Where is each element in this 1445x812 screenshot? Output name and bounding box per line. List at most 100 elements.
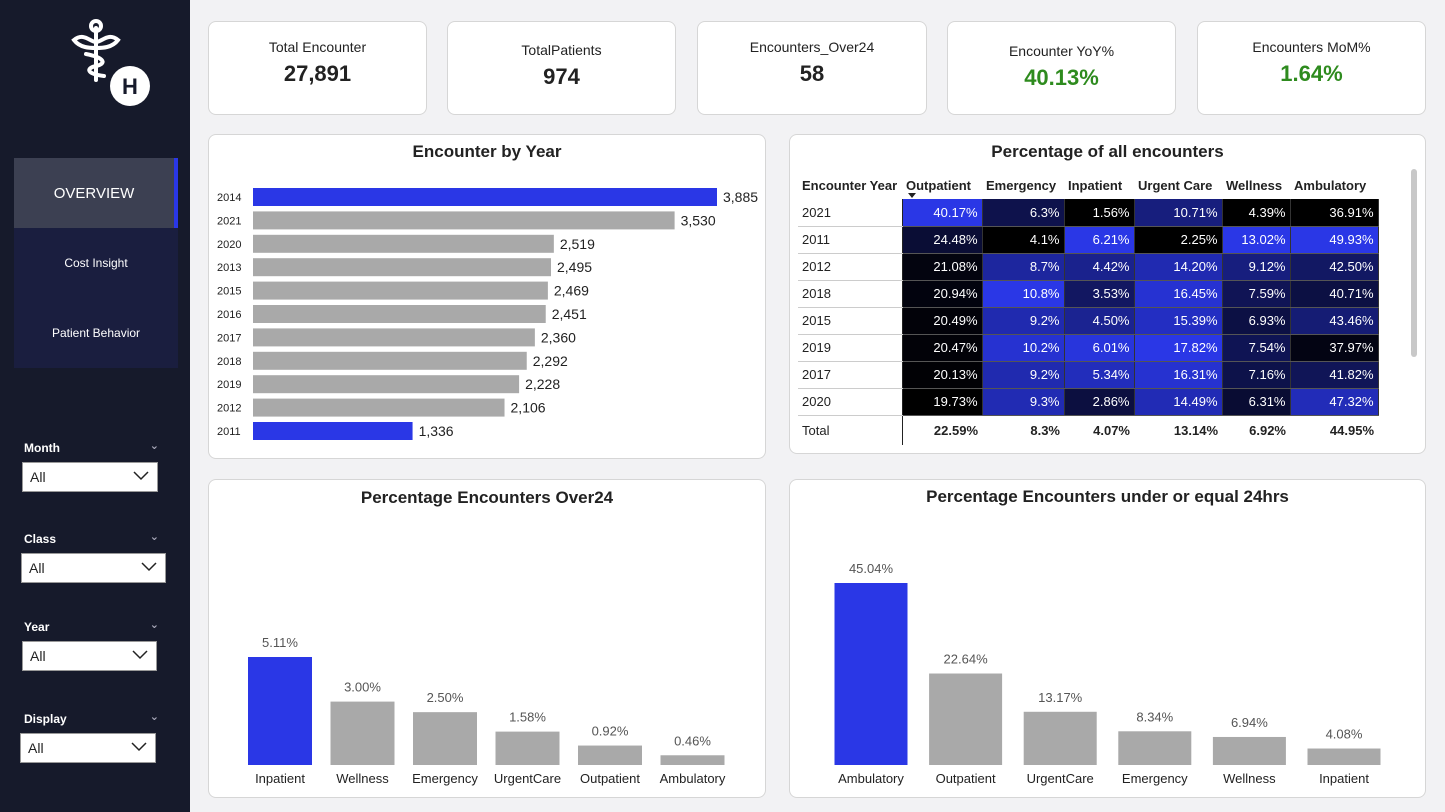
matrix-cell: 20.94% [902, 280, 983, 308]
kpi-value: 27,891 [283, 61, 352, 86]
matrix-cell: 4.42% [1064, 253, 1135, 281]
column-header[interactable]: Wellness [1222, 171, 1290, 199]
matrix-row: 2019 20.47% 10.2% 6.01% 17.82% 7.54% 37.97% [798, 334, 1379, 362]
encounter-by-year-chart: 2014 3,885 2021 3,530 2020 2,519 2013 2,495 2015… [217, 188, 758, 440]
filter-year-label: Year ⌄ [24, 618, 159, 634]
matrix-row: 2015 20.49% 9.2% 4.50% 15.39% 6.93% 43.46% [798, 307, 1379, 335]
nav-patient-behavior-label: Patient Behavior [51, 326, 141, 340]
matrix-cell: 24.48% [902, 226, 983, 254]
filter-class-value: All [29, 560, 45, 576]
column-header[interactable]: Inpatient [1064, 171, 1134, 199]
vertical-scrollbar[interactable] [1411, 169, 1417, 357]
bar[interactable] [1307, 748, 1381, 765]
chevron-down-icon[interactable]: ⌄ [150, 710, 159, 723]
data-label: 0.46% [674, 733, 711, 748]
bar[interactable] [253, 305, 546, 323]
tick-label: Inpatient [255, 771, 305, 786]
tick-label: 2019 [217, 379, 241, 391]
tick-label: Outpatient [936, 771, 996, 786]
matrix-cell: 40.17% [902, 199, 983, 227]
bar[interactable] [253, 281, 548, 300]
tick-label: 2011 [217, 426, 241, 438]
chevron-down-icon[interactable]: ⌄ [150, 618, 159, 631]
bar[interactable] [253, 422, 413, 440]
matrix-cell: 2.86% [1064, 388, 1135, 416]
filter-display-label: Display ⌄ [24, 710, 159, 726]
column-header[interactable]: Emergency [982, 171, 1064, 199]
matrix-cell: 49.93% [1290, 226, 1379, 254]
data-label: 2,360 [541, 329, 576, 345]
data-label: 0.92% [592, 724, 629, 739]
tick-label: Wellness [1223, 771, 1276, 786]
kpi-label: Encounters_Over24 [749, 39, 875, 55]
bar[interactable] [413, 712, 477, 765]
bar[interactable] [495, 731, 560, 765]
tick-label: 2014 [217, 192, 241, 204]
matrix-cell: 4.1% [982, 226, 1065, 254]
chevron-down-icon[interactable]: ⌄ [150, 530, 159, 543]
nav-patient-behavior[interactable]: Patient Behavior [14, 298, 178, 368]
bar[interactable] [253, 351, 527, 370]
bar[interactable] [929, 673, 1003, 765]
bar[interactable] [1023, 711, 1097, 765]
matrix-cell: 6.31% [1222, 388, 1291, 416]
column-header[interactable]: Outpatient [902, 171, 982, 199]
kpi-label: Encounter YoY% [1008, 43, 1115, 59]
matrix-cell: 47.32% [1290, 388, 1379, 416]
bar[interactable] [253, 234, 554, 253]
matrix-cell: 3.53% [1064, 280, 1135, 308]
matrix-cell: 6.3% [982, 199, 1065, 227]
filter-class-select[interactable]: All [21, 553, 166, 583]
data-label: 4.08% [1326, 727, 1363, 742]
bar[interactable] [248, 657, 312, 765]
bar[interactable] [1212, 736, 1286, 765]
matrix-cell: 1.56% [1064, 199, 1135, 227]
matrix-cell: 6.21% [1064, 226, 1135, 254]
filter-month-select[interactable]: All [22, 462, 158, 492]
tick-label: Emergency [1122, 771, 1188, 786]
row-year-label: 2020 [798, 388, 903, 416]
bar[interactable] [660, 755, 725, 765]
row-year-label: 2017 [798, 361, 903, 389]
matrix-cell: 20.49% [902, 307, 983, 335]
bar[interactable] [253, 375, 520, 394]
column-header[interactable]: Urgent Care [1134, 171, 1222, 199]
matrix-cell: 13.02% [1222, 226, 1291, 254]
bar[interactable] [253, 188, 717, 206]
bar[interactable] [253, 398, 505, 417]
nav-overview[interactable]: OVERVIEW [14, 158, 178, 228]
bar[interactable] [253, 258, 551, 277]
matrix-row: 2018 20.94% 10.8% 3.53% 16.45% 7.59% 40.71% [798, 280, 1379, 308]
bar[interactable] [253, 328, 535, 347]
total-cell: 13.14% [1134, 415, 1222, 445]
row-year-label: 2015 [798, 307, 903, 335]
matrix-cell: 6.93% [1222, 307, 1291, 335]
data-label: 6.94% [1231, 715, 1268, 730]
matrix-cell: 20.47% [902, 334, 983, 362]
dropdown-arrow-icon [141, 562, 157, 572]
nav-cost-insight[interactable]: Cost Insight [14, 228, 178, 298]
matrix-cell: 21.08% [902, 253, 983, 281]
bar[interactable] [834, 583, 908, 765]
filter-year-select[interactable]: All [22, 641, 157, 671]
bar[interactable] [253, 211, 675, 230]
column-header[interactable]: Ambulatory [1290, 171, 1378, 199]
data-label: 2.50% [427, 690, 464, 705]
data-label: 1,336 [419, 423, 454, 439]
matrix-cell: 6.01% [1064, 334, 1135, 362]
chevron-down-icon[interactable]: ⌄ [150, 439, 159, 452]
data-label: 1.58% [509, 710, 546, 725]
matrix-cell: 10.71% [1134, 199, 1223, 227]
bar[interactable] [578, 745, 642, 765]
filter-class-label: Class ⌄ [24, 530, 159, 546]
column-header[interactable]: Encounter Year [798, 171, 902, 199]
bar[interactable] [1118, 731, 1192, 765]
matrix-row: 2017 20.13% 9.2% 5.34% 16.31% 7.16% 41.82% [798, 361, 1379, 389]
filter-display-select[interactable]: All [20, 733, 156, 763]
matrix-row: 2011 24.48% 4.1% 6.21% 2.25% 13.02% 49.93% [798, 226, 1379, 254]
matrix-cell: 7.54% [1222, 334, 1291, 362]
tick-label: UrgentCare [1027, 771, 1094, 786]
data-label: 3,530 [681, 212, 716, 228]
tick-label: 2017 [217, 332, 241, 344]
bar[interactable] [330, 701, 395, 765]
